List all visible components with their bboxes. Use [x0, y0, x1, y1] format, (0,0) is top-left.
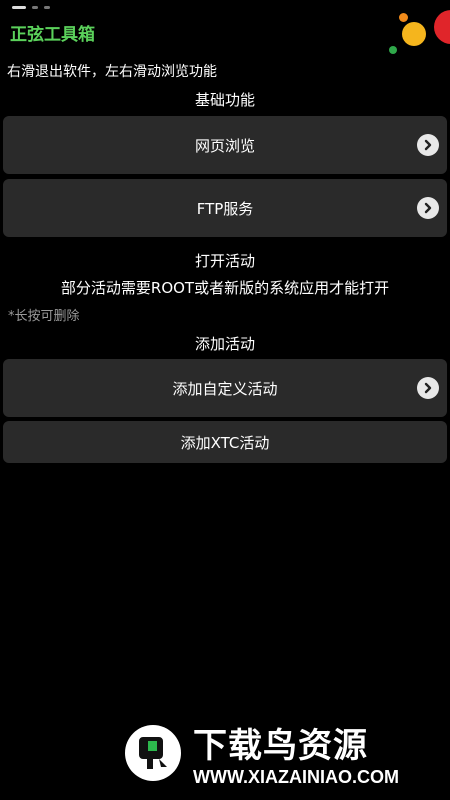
root-requirement-note: 部分活动需要ROOT或者新版的系统应用才能打开 [60, 279, 390, 297]
app-title: 正弦工具箱 [10, 25, 95, 45]
web-browse-button[interactable]: 网页浏览 [3, 116, 447, 174]
add-custom-activity-button[interactable]: 添加自定义活动 [3, 359, 447, 417]
chevron-right-icon [417, 377, 439, 399]
ftp-service-button[interactable]: FTP服务 [3, 179, 447, 237]
page-dot [44, 6, 50, 9]
decor-circle-green [389, 46, 397, 54]
decor-circle-yellow [402, 22, 426, 46]
usage-hint: 右滑退出软件，左右滑动浏览功能 [7, 64, 217, 80]
page-dot [32, 6, 38, 9]
add-xtc-activity-button[interactable]: 添加XTC活动 [3, 421, 447, 463]
add-xtc-activity-label: 添加XTC活动 [180, 433, 270, 452]
section-title-basic: 基础功能 [194, 91, 255, 109]
section-title-open-activity: 打开活动 [194, 252, 255, 270]
decor-circle-orange [399, 13, 408, 22]
app-screen: 正弦工具箱 右滑退出软件，左右滑动浏览功能 基础功能 网页浏览 FTP服务 打开… [0, 0, 450, 800]
page-dot-active [12, 6, 26, 9]
watermark-brand: 下载鸟资源 [193, 726, 368, 766]
ftp-service-label: FTP服务 [196, 199, 254, 218]
add-custom-activity-label: 添加自定义活动 [172, 379, 278, 398]
watermark-text: 下载鸟资源 WWW.XIAZAINIAO.COM [193, 718, 399, 788]
web-browse-label: 网页浏览 [194, 136, 255, 155]
bird-logo-icon [125, 725, 181, 781]
watermark-url: WWW.XIAZAINIAO.COM [193, 767, 399, 787]
page-indicator [12, 6, 50, 9]
chevron-right-icon [417, 134, 439, 156]
chevron-right-icon [417, 197, 439, 219]
decor-circle-red [434, 10, 450, 44]
watermark-banner: 下载鸟资源 WWW.XIAZAINIAO.COM [117, 712, 431, 794]
long-press-delete-note: *长按可删除 [8, 309, 80, 324]
section-title-add-activity: 添加活动 [194, 335, 255, 353]
